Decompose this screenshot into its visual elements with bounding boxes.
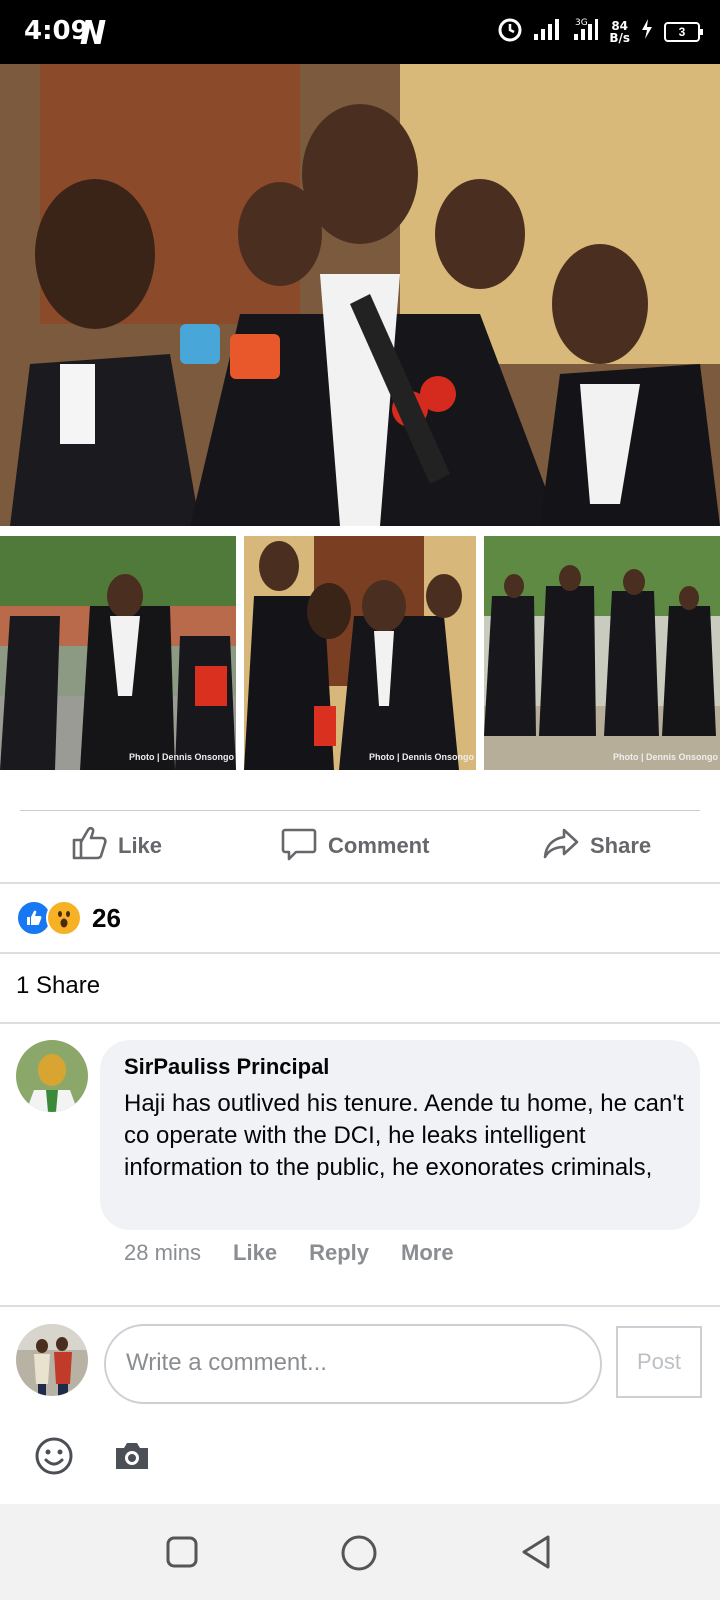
thumbs-up-icon	[70, 824, 108, 868]
signal-3g-icon: 3G	[573, 16, 599, 47]
comment-input-box[interactable]	[104, 1324, 602, 1404]
signal-icon	[533, 17, 563, 46]
comment-bubble[interactable]: SirPauliss Principal Haji has outlived h…	[100, 1040, 700, 1230]
system-navigation-bar	[0, 1504, 720, 1600]
like-label: Like	[118, 833, 163, 858]
share-arrow-icon	[542, 824, 580, 868]
post-thumbnail-2[interactable]: Photo | Dennis Onsongo	[244, 536, 476, 770]
photo-credit: Photo | Dennis Onsongo	[368, 752, 474, 762]
comment-author[interactable]: SirPauliss Principal	[124, 1054, 329, 1080]
divider	[0, 952, 720, 954]
share-label: Share	[590, 833, 652, 858]
comment-text: Haji has outlived his tenure. Aende tu h…	[124, 1090, 684, 1181]
user-avatar[interactable]	[16, 1324, 88, 1396]
comment-more-link[interactable]: More	[401, 1240, 454, 1266]
divider	[0, 882, 720, 884]
like-button[interactable]: Like	[70, 812, 162, 880]
recent-apps-button[interactable]	[164, 1534, 200, 1575]
post-thumbnail-1[interactable]: Photo | Dennis Onsongo	[0, 536, 236, 770]
comment-time: 28 mins	[124, 1240, 202, 1265]
wow-reaction-icon	[46, 900, 82, 936]
battery-icon: 3	[664, 21, 703, 42]
share-count[interactable]: 1 Share	[16, 972, 100, 1000]
comment-bubble-icon	[280, 824, 318, 868]
divider	[20, 810, 700, 811]
netflix-notification-icon	[78, 18, 106, 51]
comment-reply-link[interactable]: Reply	[309, 1240, 369, 1266]
divider	[0, 1022, 720, 1024]
status-bar: 4:09 3G 84 B/s 3	[0, 0, 720, 64]
back-button[interactable]	[518, 1534, 554, 1575]
reaction-count: 26	[92, 902, 121, 933]
camera-icon[interactable]	[112, 1436, 152, 1481]
comment-input[interactable]	[124, 1348, 578, 1378]
alarm-icon	[497, 16, 523, 47]
post-actions: Like Comment Share	[0, 812, 720, 880]
comment-meta: 28 mins Like Reply More	[124, 1240, 454, 1266]
reaction-summary[interactable]: 26	[16, 900, 121, 936]
comment-button[interactable]: Comment	[280, 812, 429, 880]
divider	[0, 1305, 720, 1307]
photo-credit: Photo | Dennis Onsongo	[128, 752, 234, 762]
post-main-photo[interactable]	[0, 64, 720, 526]
comment-like-link[interactable]: Like	[233, 1240, 277, 1266]
emoji-icon[interactable]	[34, 1436, 74, 1481]
post-button[interactable]: Post	[616, 1326, 702, 1398]
post-thumbnail-3[interactable]: Photo | Dennis Onsongo	[484, 536, 720, 770]
comment-label: Comment	[328, 833, 430, 858]
photo-credit: Photo | Dennis Onsongo	[612, 752, 718, 762]
commenter-avatar[interactable]	[16, 1040, 88, 1112]
charging-icon	[640, 18, 654, 45]
home-button[interactable]	[340, 1534, 378, 1577]
share-button[interactable]: Share	[542, 812, 651, 880]
network-speed: 84 B/s	[609, 18, 630, 45]
svg-text:3G: 3G	[575, 18, 588, 28]
